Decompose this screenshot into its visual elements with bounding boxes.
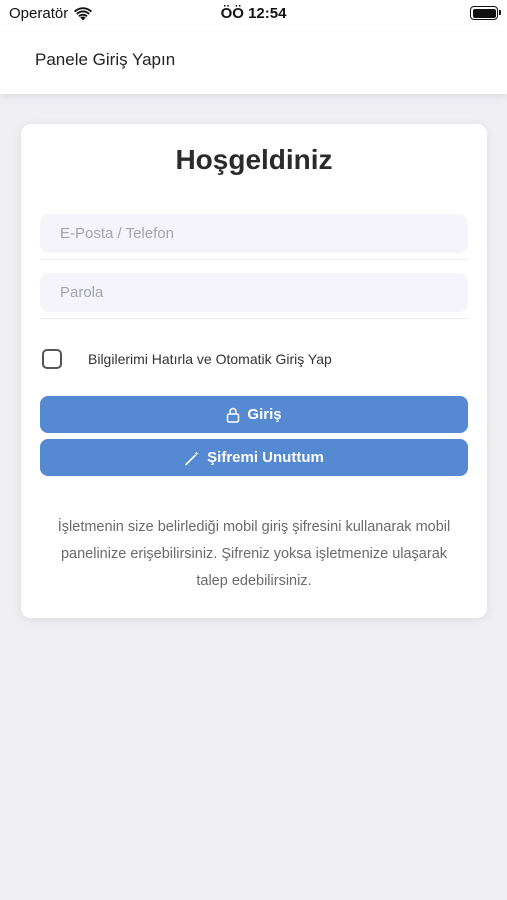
forgot-password-button[interactable]: Şifremi Unuttum xyxy=(40,439,468,476)
status-time: ÖÖ 12:54 xyxy=(220,5,287,22)
welcome-heading: Hoşgeldiniz xyxy=(175,144,333,175)
page-title: Panele Giriş Yapın xyxy=(35,50,176,69)
email-divider xyxy=(40,259,468,260)
lock-icon xyxy=(226,407,240,423)
status-bar: Operatör ÖÖ 12:54 xyxy=(0,0,507,26)
remember-me-row[interactable]: Bilgilerimi Hatırla ve Otomatik Giriş Ya… xyxy=(42,349,332,369)
battery-icon xyxy=(470,6,501,20)
info-text: İşletmenin size belirlediği mobil giriş … xyxy=(57,519,451,589)
forgot-password-label: Şifremi Unuttum xyxy=(207,449,324,466)
login-button[interactable]: Giriş xyxy=(40,396,468,433)
password-input[interactable] xyxy=(40,273,468,312)
magic-wand-icon xyxy=(184,450,200,466)
remember-me-checkbox[interactable] xyxy=(42,349,62,369)
email-input[interactable] xyxy=(40,214,468,253)
remember-me-label: Bilgilerimi Hatırla ve Otomatik Giriş Ya… xyxy=(88,351,332,367)
login-button-label: Giriş xyxy=(247,406,282,423)
login-card: Hoşgeldiniz Bilgilerimi Hatırla ve Otoma… xyxy=(21,124,487,618)
password-field[interactable] xyxy=(40,273,468,312)
email-field[interactable] xyxy=(40,214,468,253)
password-divider xyxy=(40,318,468,319)
nav-bar: Panele Giriş Yapın xyxy=(0,26,507,94)
